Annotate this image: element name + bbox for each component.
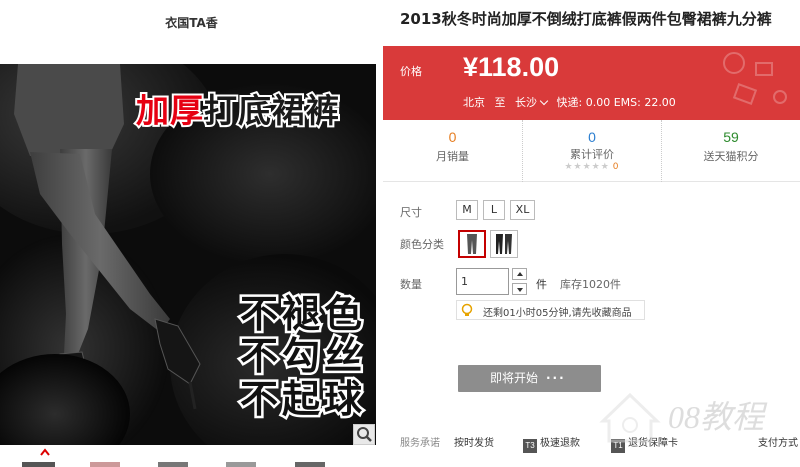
stock-count: 库存1020件 bbox=[560, 278, 621, 291]
quantity-decrease-button[interactable] bbox=[512, 283, 527, 295]
zoom-button[interactable] bbox=[353, 424, 375, 445]
decor-icon bbox=[755, 62, 773, 76]
sales-stats: 0 月销量 0 累计评价 ★★★★★ 0 59 送天猫积分 bbox=[383, 120, 800, 182]
service-label: 服务承诺 bbox=[400, 438, 440, 449]
shipping-info: 北京 至 长沙 快递: 0.00 EMS: 22.00 bbox=[463, 94, 676, 110]
quantity-label: 数量 bbox=[400, 278, 422, 291]
product-gallery: 衣国TA香 加厚打底裙裤 不褪色 不勾丝 不起球 bbox=[0, 0, 383, 467]
service-item-text: 极速退款 bbox=[540, 438, 580, 449]
ship-to-word: 至 bbox=[494, 96, 506, 109]
thumbnail[interactable] bbox=[90, 462, 120, 467]
decor-icon bbox=[723, 52, 745, 74]
quantity-increase-button[interactable] bbox=[512, 268, 527, 280]
stat-label: 累计评价 bbox=[570, 148, 614, 161]
stat-value: 0 bbox=[448, 129, 457, 145]
thumbnail[interactable] bbox=[22, 462, 55, 467]
leggings-swatch-icon bbox=[496, 234, 512, 254]
quantity-input[interactable]: 1 bbox=[456, 268, 509, 295]
stat-label: 送天猫积分 bbox=[703, 150, 759, 163]
decor-icon bbox=[773, 90, 787, 104]
stat-reviews[interactable]: 0 累计评价 ★★★★★ 0 bbox=[522, 120, 661, 182]
price-value: ¥118.00 bbox=[463, 52, 560, 82]
color-option[interactable] bbox=[490, 230, 518, 258]
thumbnail[interactable] bbox=[295, 462, 325, 467]
banner-headline-dark: 打底裙裤 bbox=[202, 89, 341, 132]
size-option-l[interactable]: L bbox=[483, 200, 505, 220]
stat-value: 59 bbox=[723, 129, 739, 145]
chevron-down-icon bbox=[539, 96, 549, 106]
banner-slogan: 不起球 bbox=[237, 375, 367, 424]
size-label: 尺寸 bbox=[400, 206, 422, 219]
color-label: 颜色分类 bbox=[400, 238, 444, 251]
reminder-text: 还剩01小时05分钟,请先收藏商品 bbox=[483, 308, 632, 319]
shop-name[interactable]: 衣国TA香 bbox=[0, 0, 383, 46]
chevron-up-icon[interactable] bbox=[40, 448, 50, 456]
stat-label: 月销量 bbox=[436, 150, 469, 163]
stat-value: 0 bbox=[588, 129, 596, 145]
banner-headline-red: 加厚 bbox=[134, 89, 205, 132]
size-option-m[interactable]: M bbox=[456, 200, 478, 220]
coming-soon-label: 即将开始 bbox=[490, 371, 539, 385]
product-title: 2013秋冬时尚加厚不倒绒打底裤假两件包臀裙裤九分裤 bbox=[400, 10, 772, 28]
magnifier-icon bbox=[357, 427, 372, 442]
shipping-fees: 快递: 0.00 EMS: 22.00 bbox=[556, 96, 676, 109]
size-option-xl[interactable]: XL bbox=[510, 200, 535, 220]
color-option[interactable] bbox=[458, 230, 486, 258]
rating-stars: ★★★★★ 0 bbox=[564, 162, 620, 172]
thumbnail[interactable] bbox=[158, 462, 188, 467]
lightbulb-icon bbox=[461, 303, 473, 316]
service-item[interactable]: T3 极速退款 bbox=[523, 434, 580, 453]
reminder-notice: 还剩01小时05分钟,请先收藏商品 bbox=[456, 300, 645, 320]
banner-headline: 加厚打底裙裤 bbox=[134, 84, 341, 132]
coming-soon-dots: ··· bbox=[546, 371, 566, 385]
service-item[interactable]: 按时发货 bbox=[454, 434, 494, 449]
watermark-text: 08教程 bbox=[668, 399, 765, 435]
ship-to-selector[interactable]: 长沙 bbox=[515, 94, 553, 110]
ship-from: 北京 bbox=[463, 96, 485, 109]
ship-to: 长沙 bbox=[515, 96, 537, 109]
quantity-unit: 件 bbox=[536, 278, 547, 291]
price-panel: 价格 ¥118.00 北京 至 长沙 快递: 0.00 EMS: 22.00 bbox=[383, 46, 800, 120]
thumbnail[interactable] bbox=[226, 462, 256, 467]
price-label: 价格 bbox=[400, 65, 422, 78]
stat-points: 59 送天猫积分 bbox=[661, 120, 800, 182]
decor-icon bbox=[732, 83, 758, 105]
coming-soon-button[interactable]: 即将开始 ··· bbox=[458, 365, 601, 392]
leggings-swatch-icon bbox=[467, 234, 477, 254]
stat-monthly-sales: 0 月销量 bbox=[383, 120, 522, 182]
t3-badge-icon: T3 bbox=[523, 439, 537, 453]
rating-count: 0 bbox=[612, 162, 620, 172]
